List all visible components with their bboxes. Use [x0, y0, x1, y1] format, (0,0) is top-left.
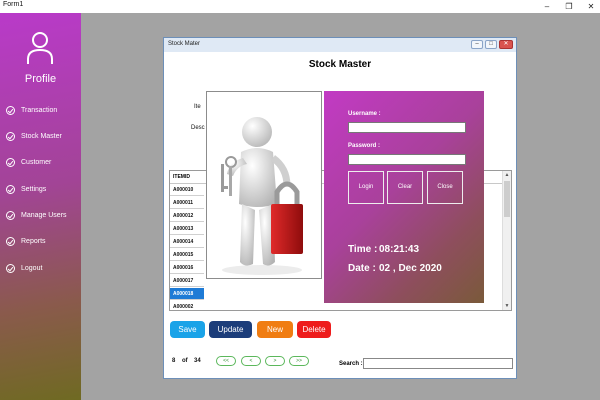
check-circle-icon	[6, 210, 15, 220]
sidebar-item-label: Logout	[21, 264, 43, 272]
sidebar-item-transaction[interactable]: Transaction	[6, 103, 57, 117]
check-circle-icon	[6, 105, 15, 115]
password-input[interactable]	[348, 154, 466, 165]
minimize-button[interactable]: –	[536, 0, 558, 13]
table-row[interactable]: A000017	[170, 275, 204, 287]
check-circle-icon	[6, 131, 15, 141]
clear-button[interactable]: Clear	[387, 171, 423, 204]
sidebar-item-label: Settings	[21, 185, 47, 193]
restore-button[interactable]: ❐	[558, 0, 580, 13]
table-row[interactable]: A000016	[170, 262, 204, 274]
save-button[interactable]: Save	[170, 321, 205, 338]
profile-label: Profile	[24, 73, 57, 85]
table-row[interactable]: A000010	[170, 184, 204, 196]
password-label: Password :	[348, 143, 381, 149]
sidebar-item-stock-master[interactable]: Stock Master	[6, 129, 62, 143]
search-input[interactable]	[363, 358, 513, 369]
table-row[interactable]: A000015	[170, 249, 204, 261]
column-header-itemid: ITEMID	[173, 174, 190, 180]
new-button[interactable]: New	[257, 321, 293, 338]
security-illustration	[206, 91, 322, 279]
stock-master-window: Stock Mater – □ ✕ Stock Master Ite Desc …	[163, 37, 517, 379]
delete-button[interactable]: Delete	[297, 321, 331, 338]
search-label: Search :	[339, 361, 363, 367]
grid-scrollbar[interactable]: ▲ ▼	[502, 171, 511, 310]
app-titlebar: Form1 – ❐ ✕	[0, 0, 600, 13]
table-row[interactable]: A000013	[170, 223, 204, 235]
date-value: 02 , Dec 2020	[379, 263, 442, 274]
item-label: Ite	[194, 104, 201, 110]
table-row[interactable]: A000012	[170, 210, 204, 222]
sidebar: Profile Transaction Stock Master Custome…	[0, 13, 81, 400]
next-page-button[interactable]: >	[265, 356, 285, 366]
page-title: Stock Master	[308, 59, 372, 70]
sidebar-item-logout[interactable]: Logout	[6, 261, 42, 275]
table-row[interactable]: A000011	[170, 197, 204, 209]
first-page-button[interactable]: <<	[216, 356, 236, 366]
sidebar-item-reports[interactable]: Reports	[6, 234, 46, 248]
time-label: Time :	[348, 244, 378, 255]
last-page-button[interactable]: >>	[289, 356, 309, 366]
prev-page-button[interactable]: <	[241, 356, 261, 366]
user-icon	[27, 32, 53, 64]
sidebar-item-label: Manage Users	[21, 211, 67, 219]
table-row[interactable]: A000014	[170, 236, 204, 248]
maximize-button[interactable]: □	[485, 40, 497, 49]
sidebar-item-label: Reports	[21, 237, 46, 245]
scroll-up-icon[interactable]: ▲	[504, 172, 510, 178]
description-label: Desc	[191, 125, 205, 131]
sidebar-item-settings[interactable]: Settings	[6, 182, 46, 196]
page-current: 8	[172, 358, 176, 364]
check-circle-icon	[6, 263, 15, 273]
padlock-figure-icon	[221, 117, 303, 275]
sidebar-item-label: Transaction	[21, 106, 58, 114]
sidebar-item-customer[interactable]: Customer	[6, 155, 51, 169]
table-row-selected[interactable]: A000018	[170, 288, 204, 300]
login-panel: Username : Password : Login Clear Close …	[324, 91, 484, 303]
table-row[interactable]: A000002	[170, 301, 204, 310]
close-button[interactable]: ✕	[499, 40, 513, 49]
time-value: 08:21:43	[379, 244, 420, 255]
sidebar-item-label: Stock Master	[21, 132, 62, 140]
check-circle-icon	[6, 157, 15, 167]
scroll-down-icon[interactable]: ▼	[504, 303, 510, 309]
sidebar-item-manage-users[interactable]: Manage Users	[6, 208, 67, 222]
login-button[interactable]: Login	[348, 171, 384, 204]
close-button[interactable]: ✕	[580, 0, 600, 13]
minimize-button[interactable]: –	[471, 40, 483, 49]
update-button[interactable]: Update	[209, 321, 252, 338]
date-label: Date :	[348, 263, 376, 274]
page-total: 34	[194, 358, 201, 364]
window-caption: Stock Mater – □ ✕	[164, 38, 516, 52]
username-label: Username :	[348, 111, 381, 117]
app-title: Form1	[3, 1, 24, 8]
window-caption-title: Stock Mater	[168, 41, 201, 47]
check-circle-icon	[6, 184, 15, 194]
check-circle-icon	[6, 236, 15, 246]
scroll-thumb[interactable]	[504, 181, 510, 217]
sidebar-item-label: Customer	[21, 158, 52, 166]
page-of-label: of	[182, 358, 188, 364]
username-input[interactable]	[348, 122, 466, 133]
close-login-button[interactable]: Close	[427, 171, 463, 204]
